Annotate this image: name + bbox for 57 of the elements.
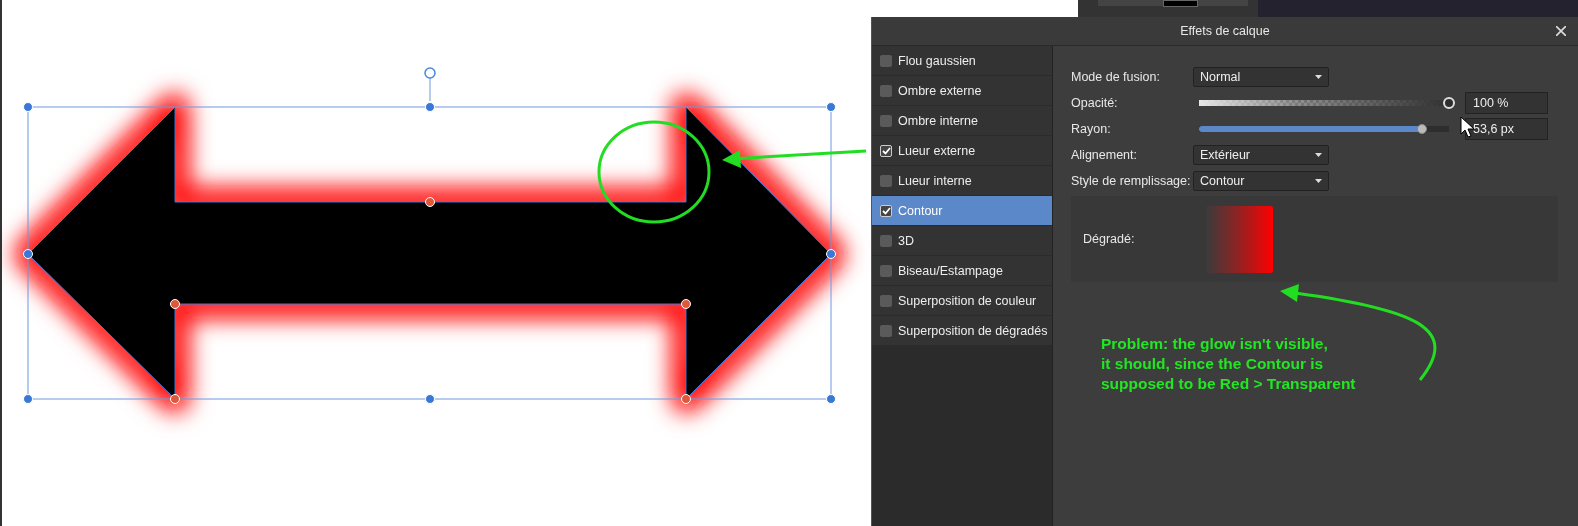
field-label: Mode de fusion:: [1071, 70, 1161, 84]
checkbox[interactable]: [880, 174, 892, 187]
checkbox[interactable]: [880, 234, 892, 247]
effect-item[interactable]: Ombre interne: [872, 106, 1052, 135]
selection-handle[interactable]: [425, 102, 435, 112]
value-field[interactable]: 100 %: [1465, 92, 1548, 114]
selection-handle[interactable]: [23, 102, 33, 112]
checkbox[interactable]: [880, 114, 892, 127]
selection-handle[interactable]: [826, 249, 836, 259]
dropdown[interactable]: Contour: [1193, 171, 1329, 191]
selection-handle[interactable]: [170, 299, 180, 309]
checkbox[interactable]: [880, 144, 892, 157]
dialog-title: Effets de calque: [1180, 24, 1270, 38]
color-swatch: [1163, 0, 1198, 7]
effect-item[interactable]: Superposition de dégradés: [872, 316, 1052, 345]
gradient-swatch[interactable]: [1206, 205, 1274, 273]
checkbox[interactable]: [880, 54, 892, 67]
annotation-text: it should, since the Contour is: [1101, 354, 1325, 374]
checkbox[interactable]: [880, 204, 892, 217]
checkbox[interactable]: [880, 294, 892, 307]
effect-item[interactable]: Ombre externe: [872, 76, 1052, 105]
effect-item[interactable]: Contour: [872, 196, 1052, 225]
caret-icon[interactable]: [1315, 179, 1322, 183]
selection-handle[interactable]: [425, 197, 435, 207]
selection-handle[interactable]: [23, 394, 33, 404]
effect-item[interactable]: Biseau/Estampage: [872, 256, 1052, 285]
effect-item[interactable]: Flou gaussien: [872, 46, 1052, 75]
selection-handle[interactable]: [681, 299, 691, 309]
selection-handle[interactable]: [425, 394, 435, 404]
dropdown[interactable]: Normal: [1193, 67, 1329, 87]
cursor-icon: [1460, 116, 1475, 138]
checkbox[interactable]: [880, 84, 892, 97]
slider-thumb[interactable]: [1416, 124, 1427, 134]
selection-handle[interactable]: [170, 394, 180, 404]
selection-handle[interactable]: [681, 394, 691, 404]
annotation-text: supposed to be Red > Transparent: [1101, 374, 1357, 394]
caret-icon[interactable]: [1315, 75, 1322, 79]
field-label: Rayon:: [1071, 122, 1112, 136]
field-label: Style de remplissage:: [1071, 174, 1192, 188]
effect-item[interactable]: Lueur externe: [872, 136, 1052, 165]
selection-handle[interactable]: [826, 394, 836, 404]
value-field[interactable]: 53,6 px: [1465, 118, 1548, 140]
rotation-handle[interactable]: [424, 67, 436, 102]
field-label: Alignement:: [1071, 148, 1138, 162]
effect-item[interactable]: Superposition de couleur: [872, 286, 1052, 315]
selection-handle[interactable]: [826, 102, 836, 112]
field-label: Dégradé:: [1083, 232, 1135, 246]
field-label: Opacité:: [1071, 96, 1119, 110]
annotation-text: Problem: the glow isn't visible,: [1101, 334, 1329, 354]
dropdown[interactable]: Extérieur: [1193, 145, 1329, 165]
effect-item[interactable]: 3D: [872, 226, 1052, 255]
selection-handle[interactable]: [23, 249, 33, 259]
caret-icon[interactable]: [1315, 153, 1322, 157]
effect-item[interactable]: Lueur interne: [872, 166, 1052, 195]
checkbox[interactable]: [880, 324, 892, 337]
checkbox[interactable]: [880, 264, 892, 277]
close-icon[interactable]: [1556, 26, 1566, 36]
